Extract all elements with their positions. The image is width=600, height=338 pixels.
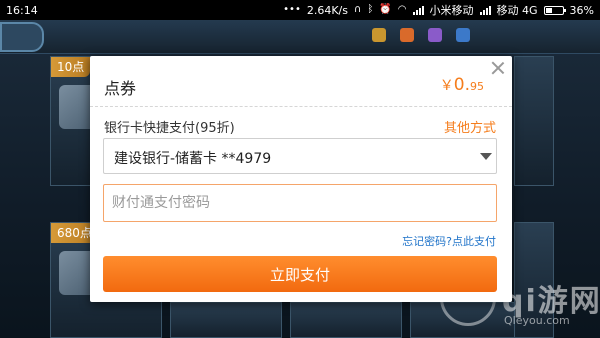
price: ￥0.95 — [440, 75, 484, 95]
dialog-divider — [90, 106, 512, 107]
mail-icon[interactable] — [456, 28, 470, 42]
alarm-icon: ⏰ — [379, 4, 392, 15]
wifi-icon: ◠ — [397, 4, 407, 15]
price-symbol: ￥ — [439, 78, 454, 94]
shop-card-6[interactable] — [514, 56, 554, 186]
payment-password-input[interactable] — [103, 184, 497, 222]
bank-card-select[interactable]: 建设银行-储蓄卡 **4979 — [103, 138, 497, 174]
pay-now-button[interactable]: 立即支付 — [103, 256, 497, 292]
status-bar: 16:14 ••• 2.64K/s ∩ ᛒ ⏰ ◠ 小米移动 移动 4G 36% — [0, 0, 600, 20]
bluetooth-icon: ᛒ — [367, 4, 374, 15]
forgot-password-link[interactable]: 忘记密码?点此支付 — [402, 233, 496, 249]
status-right-group: ••• 2.64K/s ∩ ᛒ ⏰ ◠ 小米移动 移动 4G 36% — [283, 2, 594, 18]
dropdown-arrow-icon — [480, 153, 492, 160]
gift-icon[interactable] — [400, 28, 414, 42]
shop-card-3[interactable] — [170, 302, 282, 338]
reward-icon[interactable] — [372, 28, 386, 42]
payment-method-label: 银行卡快捷支付(95折) — [104, 121, 235, 136]
signal-icon — [412, 5, 424, 15]
shop-card-4[interactable] — [290, 302, 402, 338]
signal-icon-2 — [479, 5, 491, 15]
back-button[interactable] — [0, 22, 44, 52]
payment-dialog: 点券 ￥0.95 银行卡快捷支付(95折) 其他方式 建设银行-储蓄卡 **49… — [90, 56, 512, 302]
dialog-title: 点券 — [104, 79, 137, 98]
game-top-icons — [372, 28, 470, 42]
game-topbar — [0, 20, 600, 54]
price-integer: 0. — [453, 75, 470, 95]
carrier-1: 小米移动 — [429, 4, 474, 17]
battery-percent: 36% — [569, 3, 594, 17]
battery-icon — [543, 5, 566, 15]
close-icon[interactable] — [490, 60, 506, 76]
gem-icon[interactable] — [428, 28, 442, 42]
card-label: 10点 — [51, 57, 91, 77]
price-decimal: 95 — [470, 80, 484, 93]
carrier-2: 移动 4G — [496, 4, 538, 17]
other-methods-link[interactable]: 其他方式 — [444, 117, 496, 136]
network-speed: 2.64K/s — [306, 3, 348, 17]
watermark-url: Qleyou.com — [504, 314, 570, 327]
status-time: 16:14 — [6, 3, 38, 17]
selected-bank-card: 建设银行-储蓄卡 **4979 — [114, 151, 272, 167]
headphone-icon: ∩ — [354, 4, 362, 15]
more-dots-icon: ••• — [283, 4, 301, 15]
